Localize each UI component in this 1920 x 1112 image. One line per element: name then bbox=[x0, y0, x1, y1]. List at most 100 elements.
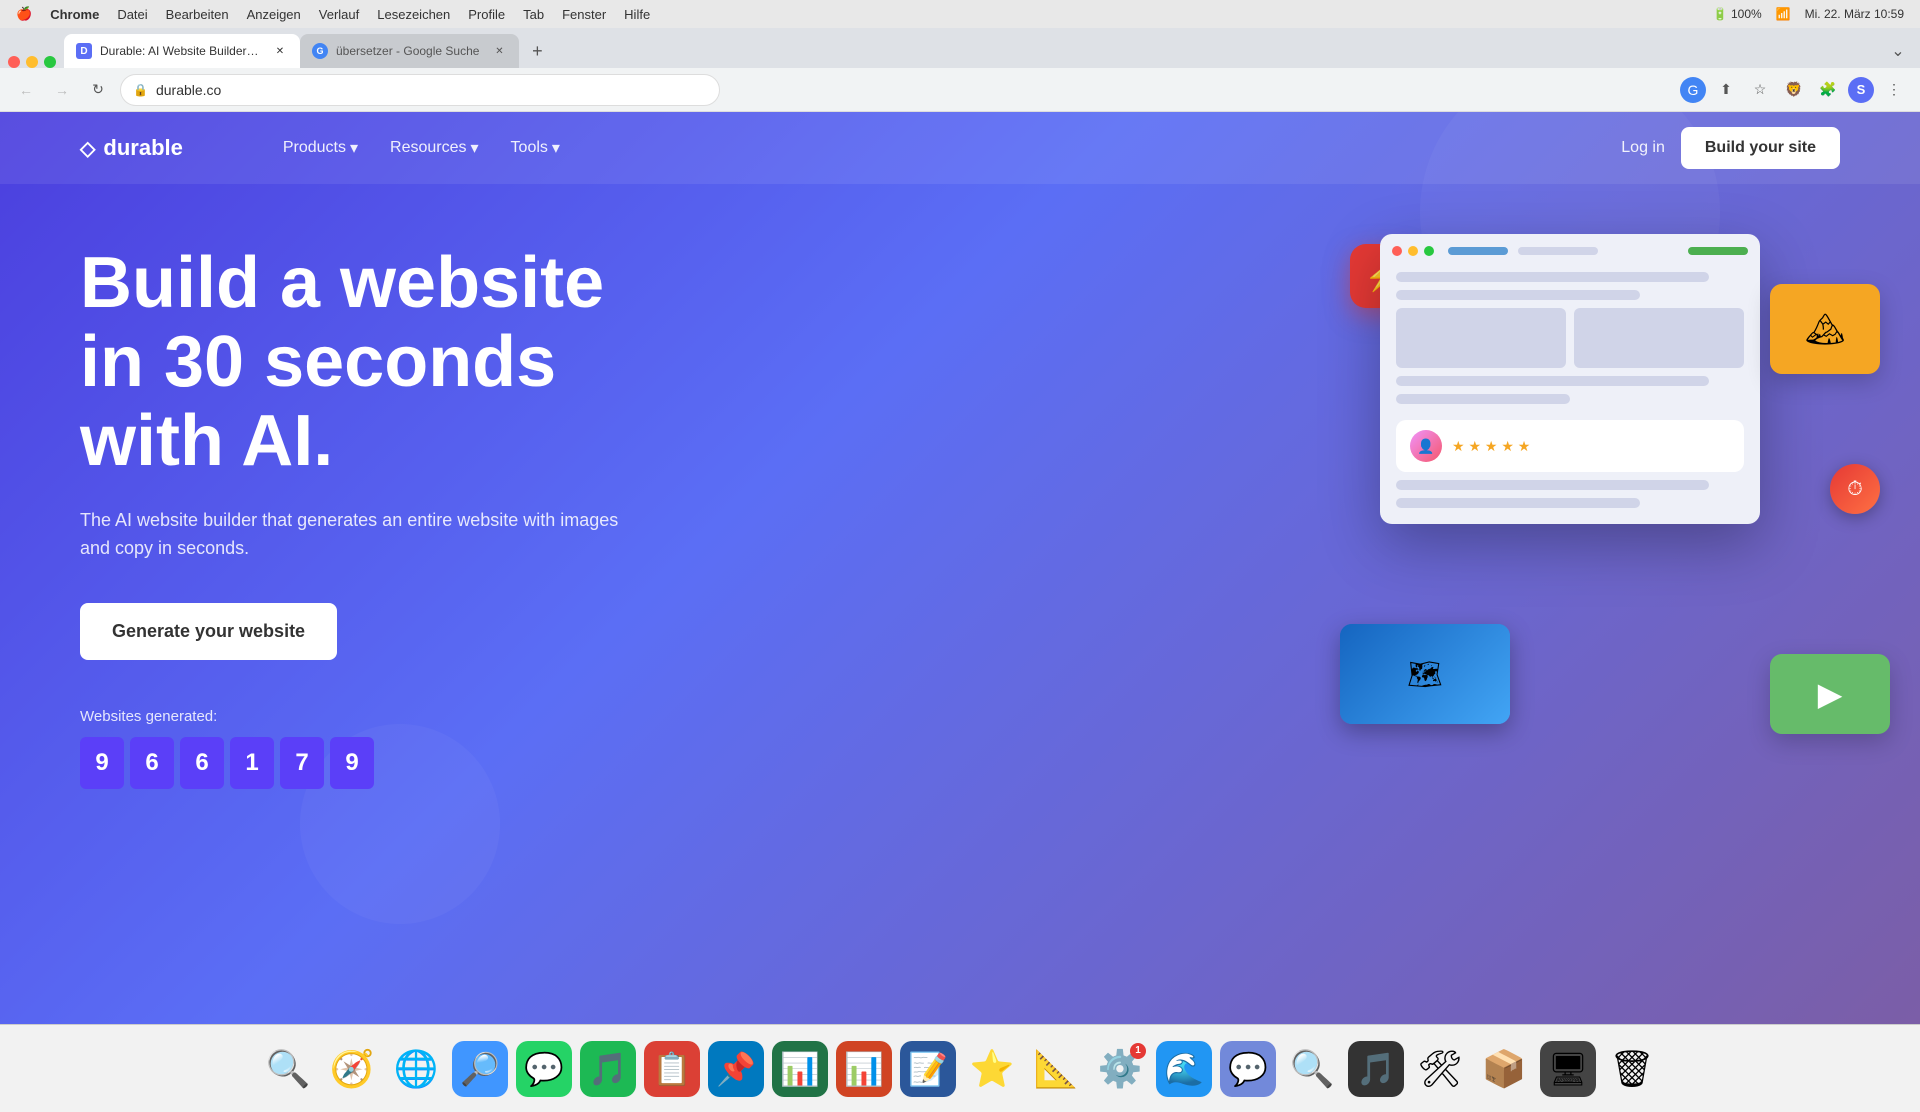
counter-digits: 9 6 6 1 7 9 bbox=[80, 737, 640, 789]
mock-dot-yellow bbox=[1408, 246, 1418, 256]
logo-text: durable bbox=[103, 135, 182, 161]
more-options-button[interactable]: ⋮ bbox=[1880, 76, 1908, 104]
image-card: 🏔 bbox=[1770, 284, 1880, 374]
dock-excel[interactable]: 📊 bbox=[772, 1041, 828, 1097]
dock-controlcenter[interactable]: 🖥 bbox=[1540, 1041, 1596, 1097]
dock-soundwaves[interactable]: 🎵 bbox=[1348, 1041, 1404, 1097]
dock-whatsapp[interactable]: 💬 bbox=[516, 1041, 572, 1097]
menu-fenster[interactable]: Fenster bbox=[562, 7, 606, 22]
browser-chrome: D Durable: AI Website Builder a... ✕ G ü… bbox=[0, 28, 1920, 112]
minimize-window-button[interactable] bbox=[26, 56, 38, 68]
menu-bearbeiten[interactable]: Bearbeiten bbox=[166, 7, 229, 22]
tab-title-durable: Durable: AI Website Builder a... bbox=[100, 44, 260, 58]
forward-button[interactable]: → bbox=[48, 76, 76, 104]
login-button[interactable]: Log in bbox=[1621, 139, 1665, 157]
mock-browser-bar bbox=[1392, 246, 1748, 256]
address-bar[interactable]: 🔒 durable.co bbox=[120, 74, 720, 106]
mock-bar-blue bbox=[1448, 247, 1508, 255]
back-button[interactable]: ← bbox=[12, 76, 40, 104]
bookmark-button[interactable]: ☆ bbox=[1746, 76, 1774, 104]
tab-close-google[interactable]: ✕ bbox=[491, 43, 507, 59]
dock-archive[interactable]: 📦 bbox=[1476, 1041, 1532, 1097]
extension-brave[interactable]: 🦁 bbox=[1780, 76, 1808, 104]
mock-bar-green bbox=[1688, 247, 1748, 255]
profile-button[interactable]: S bbox=[1848, 77, 1874, 103]
dock-finder[interactable]: 🔍 bbox=[260, 1041, 316, 1097]
tab-close-durable[interactable]: ✕ bbox=[272, 43, 288, 59]
mock-dot-red bbox=[1392, 246, 1402, 256]
url-text: durable.co bbox=[156, 82, 221, 98]
video-card: ▶ bbox=[1770, 654, 1890, 734]
macos-menubar: 🍎 Chrome Datei Bearbeiten Anzeigen Verla… bbox=[0, 0, 1920, 28]
dock-reeder[interactable]: ⭐ bbox=[964, 1041, 1020, 1097]
menu-profile[interactable]: Profile bbox=[468, 7, 505, 22]
google-account-icon[interactable]: G bbox=[1680, 77, 1706, 103]
tab-google[interactable]: G übersetzer - Google Suche ✕ bbox=[300, 34, 519, 68]
menu-chrome[interactable]: Chrome bbox=[50, 7, 99, 22]
sysprefs-notification-badge: 1 bbox=[1130, 1043, 1146, 1059]
mock-line-2 bbox=[1396, 290, 1640, 300]
logo-icon: ◇ bbox=[80, 136, 95, 161]
dock-proxyman[interactable]: 🔍 bbox=[1284, 1041, 1340, 1097]
dock-chrome[interactable]: 🌐 bbox=[388, 1041, 444, 1097]
mock-line-3 bbox=[1396, 376, 1709, 386]
nav-resources[interactable]: Resources ▾ bbox=[390, 138, 479, 158]
menu-verlauf[interactable]: Verlauf bbox=[319, 7, 359, 22]
hero-subtitle: The AI website builder that generates an… bbox=[80, 506, 640, 564]
dock-trash[interactable]: 🗑 bbox=[1604, 1041, 1660, 1097]
mock-review-card: 👤 ★ ★ ★ ★ ★ bbox=[1396, 420, 1744, 472]
digit-5: 7 bbox=[280, 737, 324, 789]
map-card: 🗺 bbox=[1340, 624, 1510, 724]
dock-safari[interactable]: 🧭 bbox=[324, 1041, 380, 1097]
menu-datei[interactable]: Datei bbox=[117, 7, 147, 22]
address-bar-row: ← → ↻ 🔒 durable.co G ⬆ ☆ 🦁 🧩 S ⋮ bbox=[0, 68, 1920, 112]
tab-bar: D Durable: AI Website Builder a... ✕ G ü… bbox=[0, 28, 1920, 68]
mock-line-4 bbox=[1396, 394, 1570, 404]
generate-website-button[interactable]: Generate your website bbox=[80, 603, 337, 660]
mock-stars: ★ ★ ★ ★ ★ bbox=[1452, 438, 1530, 455]
reload-button[interactable]: ↻ bbox=[84, 76, 112, 104]
nav-actions: Log in Build your site bbox=[1621, 127, 1840, 169]
new-tab-button[interactable]: + bbox=[523, 37, 551, 65]
dock-spotify[interactable]: 🎵 bbox=[580, 1041, 636, 1097]
dock-googledrive[interactable]: 📐 bbox=[1028, 1041, 1084, 1097]
tab-overflow-button[interactable]: ⌄ bbox=[1884, 37, 1912, 65]
extension-other[interactable]: 🧩 bbox=[1814, 76, 1842, 104]
nav-products[interactable]: Products ▾ bbox=[283, 138, 358, 158]
dock-word[interactable]: 📝 bbox=[900, 1041, 956, 1097]
share-button[interactable]: ⬆ bbox=[1712, 76, 1740, 104]
mock-review-avatar: 👤 bbox=[1410, 430, 1442, 462]
tools-chevron-icon: ▾ bbox=[552, 138, 560, 158]
apple-menu-icon[interactable]: 🍎 bbox=[16, 6, 32, 22]
menu-anzeigen[interactable]: Anzeigen bbox=[247, 7, 301, 22]
site-logo[interactable]: ◇ durable bbox=[80, 135, 183, 161]
dock-todoist[interactable]: 📋 bbox=[644, 1041, 700, 1097]
hero-illustration: ⚡ bbox=[1360, 204, 1860, 784]
fullscreen-window-button[interactable] bbox=[44, 56, 56, 68]
dock-powerpoint[interactable]: 📊 bbox=[836, 1041, 892, 1097]
dock-sysprefs[interactable]: ⚙️ 1 bbox=[1092, 1041, 1148, 1097]
mock-browser-window: 👤 ★ ★ ★ ★ ★ bbox=[1380, 234, 1760, 524]
tab-durable[interactable]: D Durable: AI Website Builder a... ✕ bbox=[64, 34, 300, 68]
dock-aqua[interactable]: 🌊 bbox=[1156, 1041, 1212, 1097]
build-site-button[interactable]: Build your site bbox=[1681, 127, 1840, 169]
dock-discord[interactable]: 💬 bbox=[1220, 1041, 1276, 1097]
dock-zoom[interactable]: 🔎 bbox=[452, 1041, 508, 1097]
menu-tab[interactable]: Tab bbox=[523, 7, 544, 22]
mock-line-5 bbox=[1396, 480, 1709, 490]
menu-hilfe[interactable]: Hilfe bbox=[624, 7, 650, 22]
nav-tools[interactable]: Tools ▾ bbox=[511, 138, 560, 158]
hero-section: Build a website in 30 seconds with AI. T… bbox=[0, 184, 1920, 789]
datetime: Mi. 22. März 10:59 bbox=[1805, 7, 1904, 21]
close-window-button[interactable] bbox=[8, 56, 20, 68]
hero-content: Build a website in 30 seconds with AI. T… bbox=[80, 244, 640, 789]
dock-trello[interactable]: 📌 bbox=[708, 1041, 764, 1097]
mock-line-1 bbox=[1396, 272, 1709, 282]
tab-title-google: übersetzer - Google Suche bbox=[336, 44, 479, 58]
dock: 🔍 🧭 🌐 🔎 💬 🎵 📋 📌 📊 📊 📝 ⭐ 📐 ⚙️ 1 🌊 💬 🔍 🎵 🛠… bbox=[0, 1024, 1920, 1112]
digit-2: 6 bbox=[130, 737, 174, 789]
mock-dot-green bbox=[1424, 246, 1434, 256]
menu-lesezeichen[interactable]: Lesezeichen bbox=[377, 7, 450, 22]
lock-icon: 🔒 bbox=[133, 83, 148, 97]
dock-airdrop[interactable]: 🛠 bbox=[1412, 1041, 1468, 1097]
